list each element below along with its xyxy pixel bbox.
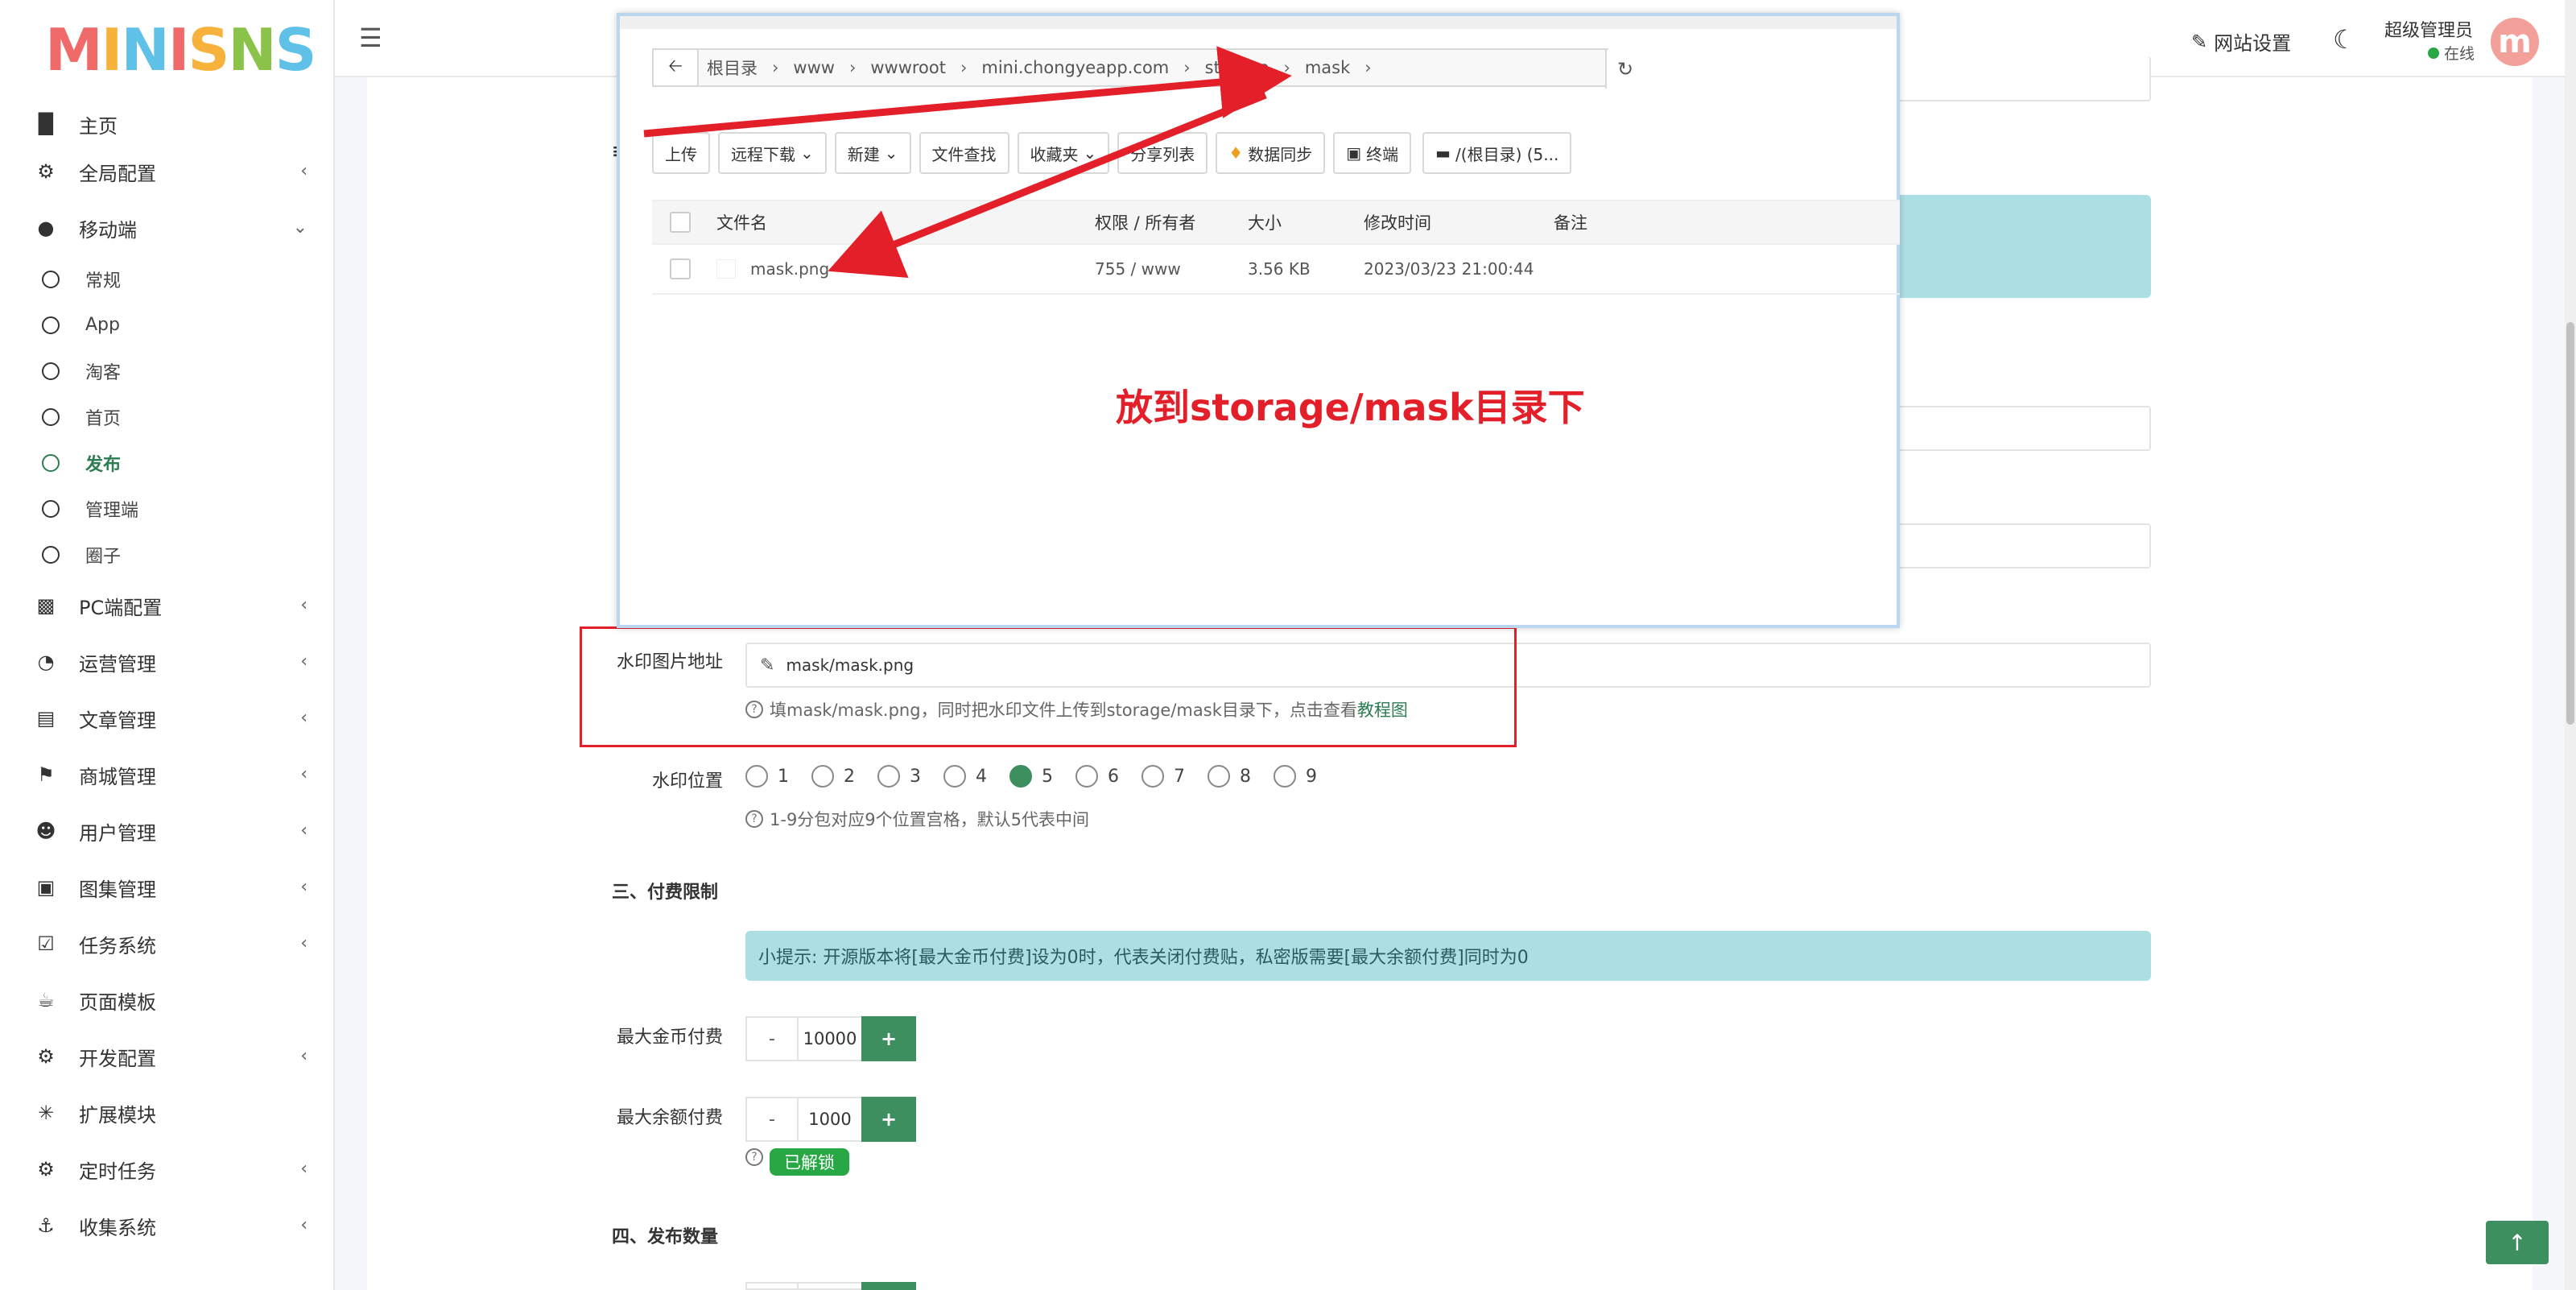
scrollbar[interactable] xyxy=(2565,0,2576,1290)
scrollbar-thumb[interactable] xyxy=(2566,322,2574,725)
arrow-up-icon: ↑ xyxy=(2508,1229,2527,1256)
arrow-to-mask-folder xyxy=(643,46,1292,138)
annotation-arrows xyxy=(643,46,1292,278)
arrow-to-mask-file xyxy=(828,91,1267,278)
back-to-top-button[interactable]: ↑ xyxy=(2486,1221,2549,1264)
